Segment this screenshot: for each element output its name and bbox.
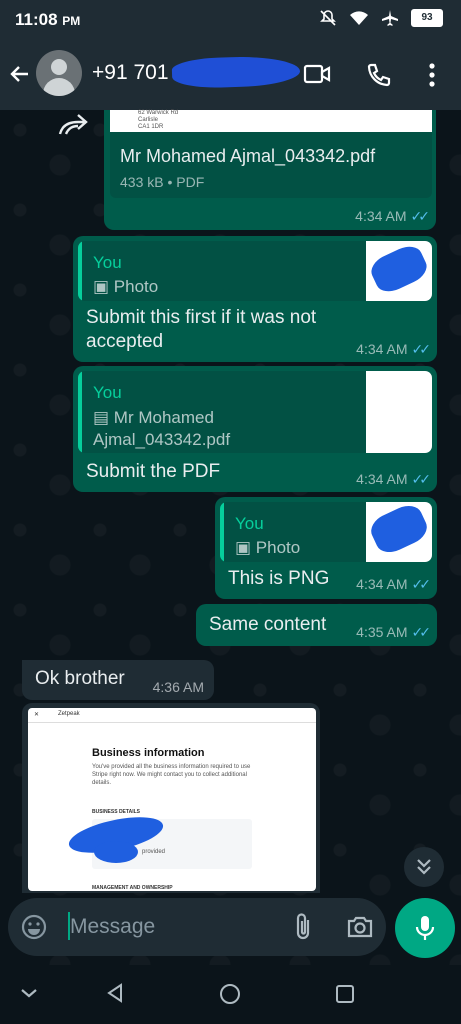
read-ticks-icon: ✓✓ (411, 471, 432, 487)
contact-name[interactable]: +91 701 (92, 61, 169, 85)
mute-icon (320, 10, 336, 26)
message-time: 4:36 AM (152, 679, 204, 695)
outgoing-message[interactable]: You ▤ Mr Mohamed Ajmal_043342.pdf Submit … (73, 366, 437, 492)
quote-text: ▤ Mr Mohamed Ajmal_043342.pdf (93, 408, 231, 449)
forward-icon[interactable] (56, 110, 90, 140)
redaction-scribble (94, 841, 138, 863)
video-call-icon[interactable] (303, 62, 331, 86)
mic-button[interactable] (395, 898, 455, 958)
message-time: 4:35 AM ✓✓ (356, 624, 432, 640)
attach-icon[interactable] (292, 912, 316, 942)
avatar[interactable] (36, 50, 82, 96)
pdf-message[interactable]: 62 Warwick Rd Carlisle CA1 1DR Mr Mohame… (104, 110, 436, 230)
pdf-info: Mr Mohamed Ajmal_043342.pdf 433 kB • PDF (110, 132, 432, 198)
nav-home-icon[interactable] (218, 982, 242, 1006)
quoted-reply[interactable]: You ▤ Mr Mohamed Ajmal_043342.pdf (78, 371, 432, 453)
status-time: 11:08 PM (15, 10, 81, 29)
more-icon[interactable] (426, 62, 438, 88)
tab-title: Zetpeak (58, 711, 80, 717)
message-text: Ok brother (35, 668, 125, 689)
pdf-filename: Mr Mohamed Ajmal_043342.pdf (120, 146, 376, 166)
quote-text: ▣ Photo (93, 277, 159, 296)
status-bar: 11:08 PM 93 (0, 0, 461, 40)
message-time: 4:34 AM ✓✓ (356, 471, 432, 487)
message-text: This is PNG (228, 568, 330, 589)
chevron-down-icon[interactable] (18, 985, 40, 1001)
screenshot-title: Business information (92, 747, 205, 759)
message-time: 4:34 AM ✓✓ (356, 576, 432, 592)
incoming-message[interactable]: Ok brother 4:36 AM (22, 660, 214, 700)
close-icon: ✕ (34, 712, 40, 718)
message-text: Submit this first if it was not accepted (86, 307, 317, 352)
screenshot-section: BUSINESS DETAILS (92, 809, 140, 815)
browser-tab-bar: ✕ Zetpeak (28, 708, 316, 723)
quoted-reply[interactable]: You ▣ Photo (78, 241, 432, 301)
message-time: 4:34 AM ✓✓ (356, 341, 432, 357)
outgoing-message[interactable]: Same content 4:35 AM ✓✓ (196, 604, 437, 646)
pdf-meta: 433 kB • PDF (120, 174, 205, 190)
emoji-icon[interactable] (20, 913, 48, 941)
message-input-bar: Message (8, 898, 386, 956)
quoted-reply[interactable]: You ▣ Photo (220, 502, 432, 562)
read-ticks-icon: ✓✓ (411, 624, 432, 640)
read-ticks-icon: ✓✓ (411, 576, 432, 592)
photo-icon: ▣ (235, 538, 252, 557)
image-screenshot[interactable]: ✕ Zetpeak Business information You've pr… (28, 708, 316, 891)
airplane-icon (382, 10, 398, 26)
chat-header: +91 701 (0, 40, 461, 110)
phone-icon[interactable] (366, 62, 392, 88)
outgoing-message[interactable]: You ▣ Photo This is PNG 4:34 AM ✓✓ (215, 497, 437, 599)
message-input[interactable]: Message (70, 915, 155, 939)
system-navigation-bar (0, 965, 461, 1024)
pdf-preview: 62 Warwick Rd Carlisle CA1 1DR (110, 110, 432, 132)
quote-thumbnail (366, 371, 432, 453)
nav-back-icon[interactable] (104, 982, 126, 1004)
back-arrow-icon[interactable] (8, 62, 32, 86)
wifi-icon (350, 11, 368, 25)
quote-author: You (93, 383, 122, 402)
screenshot-desc: You've provided all the business informa… (92, 764, 251, 786)
message-text: Submit the PDF (86, 461, 221, 482)
camera-icon[interactable] (346, 914, 374, 940)
quote-text: ▣ Photo (235, 538, 301, 557)
scroll-to-bottom-button[interactable] (404, 847, 444, 887)
document-icon: ▤ (93, 408, 110, 427)
quote-thumbnail (366, 502, 432, 562)
outgoing-message[interactable]: You ▣ Photo Submit this first if it was … (73, 236, 437, 362)
quote-author: You (235, 514, 264, 533)
redaction-scribble (171, 54, 301, 90)
message-text: Same content (209, 614, 327, 635)
double-chevron-down-icon (417, 859, 431, 875)
photo-icon: ▣ (93, 277, 110, 296)
nav-recents-icon[interactable] (334, 983, 356, 1005)
battery-icon: 93 (411, 9, 443, 27)
quote-author: You (93, 253, 122, 272)
read-ticks-icon: ✓✓ (410, 208, 431, 224)
quote-thumbnail (366, 241, 432, 301)
read-ticks-icon: ✓✓ (411, 341, 432, 357)
screenshot-section: MANAGEMENT AND OWNERSHIP (92, 885, 173, 891)
microphone-icon (415, 916, 435, 940)
message-time: 4:34 AM ✓✓ (355, 208, 431, 224)
